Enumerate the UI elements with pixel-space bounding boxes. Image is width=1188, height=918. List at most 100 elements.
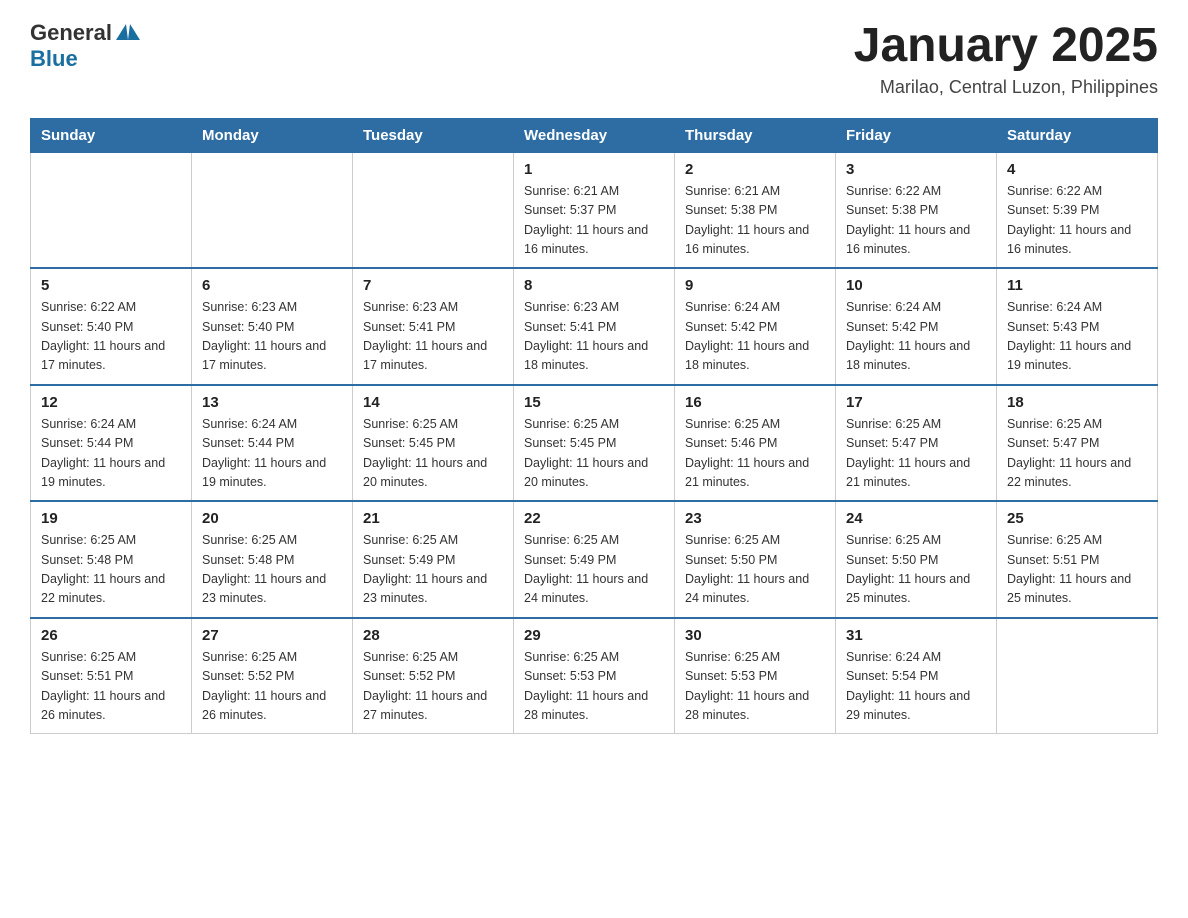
day-number: 20 bbox=[202, 510, 342, 527]
day-cell: 9 Sunrise: 6:24 AM Sunset: 5:42 PM Daylig… bbox=[675, 268, 836, 385]
day-cell bbox=[192, 152, 353, 268]
day-cell: 21Sunrise: 6:25 AM Sunset: 5:49 PM Dayli… bbox=[353, 501, 514, 618]
day-info: Sunrise: 6:24 AM Sunset: 5:43 PM Dayligh… bbox=[1007, 300, 1131, 372]
day-number: 10 bbox=[846, 277, 986, 294]
day-number: 31 bbox=[846, 627, 986, 644]
calendar-table: SundayMondayTuesdayWednesdayThursdayFrid… bbox=[30, 118, 1158, 735]
day-info: Sunrise: 6:25 AM Sunset: 5:51 PM Dayligh… bbox=[1007, 533, 1131, 605]
day-number: 3 bbox=[846, 161, 986, 178]
day-number: 24 bbox=[846, 510, 986, 527]
day-number: 21 bbox=[363, 510, 503, 527]
day-cell: 27Sunrise: 6:25 AM Sunset: 5:52 PM Dayli… bbox=[192, 618, 353, 734]
day-number: 14 bbox=[363, 394, 503, 411]
day-info: Sunrise: 6:25 AM Sunset: 5:46 PM Dayligh… bbox=[685, 417, 809, 489]
logo: General Blue bbox=[30, 20, 140, 72]
day-cell: 8Sunrise: 6:23 AM Sunset: 5:41 PM Daylig… bbox=[514, 268, 675, 385]
day-number: 6 bbox=[202, 277, 342, 294]
day-cell: 23 Sunrise: 6:25 AM Sunset: 5:50 PM Dayli… bbox=[675, 501, 836, 618]
day-number: 16 bbox=[685, 394, 825, 411]
day-cell: 10 Sunrise: 6:24 AM Sunset: 5:42 PM Dayli… bbox=[836, 268, 997, 385]
logo-general-text: General bbox=[30, 20, 112, 46]
week-row-0: 1 Sunrise: 6:21 AM Sunset: 5:37 PM Daylig… bbox=[31, 152, 1158, 268]
week-row-1: 5Sunrise: 6:22 AM Sunset: 5:40 PM Daylig… bbox=[31, 268, 1158, 385]
day-info: Sunrise: 6:25 AM Sunset: 5:51 PM Dayligh… bbox=[41, 650, 165, 722]
day-info: Sunrise: 6:25 AM Sunset: 5:53 PM Dayligh… bbox=[524, 650, 648, 722]
day-cell bbox=[997, 618, 1158, 734]
location-text: Marilao, Central Luzon, Philippines bbox=[854, 77, 1158, 98]
day-info: Sunrise: 6:22 AM Sunset: 5:40 PM Dayligh… bbox=[41, 300, 165, 372]
logo-blue-text: Blue bbox=[30, 46, 78, 72]
day-info: Sunrise: 6:23 AM Sunset: 5:41 PM Dayligh… bbox=[524, 300, 648, 372]
day-info: Sunrise: 6:25 AM Sunset: 5:45 PM Dayligh… bbox=[524, 417, 648, 489]
day-number: 12 bbox=[41, 394, 181, 411]
day-number: 22 bbox=[524, 510, 664, 527]
day-cell: 20Sunrise: 6:25 AM Sunset: 5:48 PM Dayli… bbox=[192, 501, 353, 618]
day-number: 19 bbox=[41, 510, 181, 527]
week-row-2: 12 Sunrise: 6:24 AM Sunset: 5:44 PM Dayli… bbox=[31, 385, 1158, 502]
week-row-3: 19 Sunrise: 6:25 AM Sunset: 5:48 PM Dayli… bbox=[31, 501, 1158, 618]
day-info: Sunrise: 6:21 AM Sunset: 5:38 PM Dayligh… bbox=[685, 184, 809, 256]
weekday-header-row: SundayMondayTuesdayWednesdayThursdayFrid… bbox=[31, 118, 1158, 152]
day-cell: 4 Sunrise: 6:22 AM Sunset: 5:39 PM Daylig… bbox=[997, 152, 1158, 268]
day-cell: 25Sunrise: 6:25 AM Sunset: 5:51 PM Dayli… bbox=[997, 501, 1158, 618]
weekday-header-saturday: Saturday bbox=[997, 118, 1158, 152]
day-cell: 7 Sunrise: 6:23 AM Sunset: 5:41 PM Daylig… bbox=[353, 268, 514, 385]
day-number: 15 bbox=[524, 394, 664, 411]
day-cell: 16 Sunrise: 6:25 AM Sunset: 5:46 PM Dayli… bbox=[675, 385, 836, 502]
weekday-header-friday: Friday bbox=[836, 118, 997, 152]
day-info: Sunrise: 6:24 AM Sunset: 5:54 PM Dayligh… bbox=[846, 650, 970, 722]
day-number: 29 bbox=[524, 627, 664, 644]
day-info: Sunrise: 6:24 AM Sunset: 5:42 PM Dayligh… bbox=[846, 300, 970, 372]
day-info: Sunrise: 6:24 AM Sunset: 5:42 PM Dayligh… bbox=[685, 300, 809, 372]
day-info: Sunrise: 6:21 AM Sunset: 5:37 PM Dayligh… bbox=[524, 184, 648, 256]
page-header: General Blue January 2025 Marilao, Centr… bbox=[30, 20, 1158, 98]
day-info: Sunrise: 6:25 AM Sunset: 5:48 PM Dayligh… bbox=[41, 533, 165, 605]
day-number: 7 bbox=[363, 277, 503, 294]
day-info: Sunrise: 6:25 AM Sunset: 5:49 PM Dayligh… bbox=[524, 533, 648, 605]
day-cell: 2 Sunrise: 6:21 AM Sunset: 5:38 PM Daylig… bbox=[675, 152, 836, 268]
day-cell: 29 Sunrise: 6:25 AM Sunset: 5:53 PM Dayli… bbox=[514, 618, 675, 734]
day-number: 27 bbox=[202, 627, 342, 644]
day-info: Sunrise: 6:25 AM Sunset: 5:50 PM Dayligh… bbox=[846, 533, 970, 605]
day-cell: 30Sunrise: 6:25 AM Sunset: 5:53 PM Dayli… bbox=[675, 618, 836, 734]
weekday-header-monday: Monday bbox=[192, 118, 353, 152]
weekday-header-tuesday: Tuesday bbox=[353, 118, 514, 152]
day-cell: 28Sunrise: 6:25 AM Sunset: 5:52 PM Dayli… bbox=[353, 618, 514, 734]
day-info: Sunrise: 6:22 AM Sunset: 5:39 PM Dayligh… bbox=[1007, 184, 1131, 256]
day-info: Sunrise: 6:25 AM Sunset: 5:47 PM Dayligh… bbox=[846, 417, 970, 489]
day-number: 13 bbox=[202, 394, 342, 411]
day-cell bbox=[353, 152, 514, 268]
day-cell bbox=[31, 152, 192, 268]
day-cell: 15 Sunrise: 6:25 AM Sunset: 5:45 PM Dayli… bbox=[514, 385, 675, 502]
day-number: 18 bbox=[1007, 394, 1147, 411]
day-info: Sunrise: 6:22 AM Sunset: 5:38 PM Dayligh… bbox=[846, 184, 970, 256]
day-cell: 22 Sunrise: 6:25 AM Sunset: 5:49 PM Dayli… bbox=[514, 501, 675, 618]
day-cell: 31 Sunrise: 6:24 AM Sunset: 5:54 PM Dayli… bbox=[836, 618, 997, 734]
weekday-header-wednesday: Wednesday bbox=[514, 118, 675, 152]
day-cell: 19 Sunrise: 6:25 AM Sunset: 5:48 PM Dayli… bbox=[31, 501, 192, 618]
day-cell: 14 Sunrise: 6:25 AM Sunset: 5:45 PM Dayli… bbox=[353, 385, 514, 502]
day-info: Sunrise: 6:25 AM Sunset: 5:45 PM Dayligh… bbox=[363, 417, 487, 489]
day-info: Sunrise: 6:25 AM Sunset: 5:47 PM Dayligh… bbox=[1007, 417, 1131, 489]
day-cell: 17Sunrise: 6:25 AM Sunset: 5:47 PM Dayli… bbox=[836, 385, 997, 502]
day-number: 9 bbox=[685, 277, 825, 294]
day-cell: 6Sunrise: 6:23 AM Sunset: 5:40 PM Daylig… bbox=[192, 268, 353, 385]
day-cell: 12Sunrise: 6:24 AM Sunset: 5:44 PM Dayli… bbox=[31, 385, 192, 502]
day-number: 11 bbox=[1007, 277, 1147, 294]
day-cell: 13 Sunrise: 6:24 AM Sunset: 5:44 PM Dayli… bbox=[192, 385, 353, 502]
day-info: Sunrise: 6:25 AM Sunset: 5:52 PM Dayligh… bbox=[363, 650, 487, 722]
weekday-header-thursday: Thursday bbox=[675, 118, 836, 152]
day-cell: 26Sunrise: 6:25 AM Sunset: 5:51 PM Dayli… bbox=[31, 618, 192, 734]
month-title: January 2025 bbox=[854, 20, 1158, 73]
day-cell: 11 Sunrise: 6:24 AM Sunset: 5:43 PM Dayli… bbox=[997, 268, 1158, 385]
day-cell: 3 Sunrise: 6:22 AM Sunset: 5:38 PM Daylig… bbox=[836, 152, 997, 268]
day-info: Sunrise: 6:25 AM Sunset: 5:50 PM Dayligh… bbox=[685, 533, 809, 605]
day-number: 1 bbox=[524, 161, 664, 178]
day-number: 2 bbox=[685, 161, 825, 178]
day-info: Sunrise: 6:23 AM Sunset: 5:41 PM Dayligh… bbox=[363, 300, 487, 372]
day-number: 4 bbox=[1007, 161, 1147, 178]
day-number: 23 bbox=[685, 510, 825, 527]
day-info: Sunrise: 6:24 AM Sunset: 5:44 PM Dayligh… bbox=[202, 417, 326, 489]
day-cell: 1 Sunrise: 6:21 AM Sunset: 5:37 PM Daylig… bbox=[514, 152, 675, 268]
day-cell: 5Sunrise: 6:22 AM Sunset: 5:40 PM Daylig… bbox=[31, 268, 192, 385]
